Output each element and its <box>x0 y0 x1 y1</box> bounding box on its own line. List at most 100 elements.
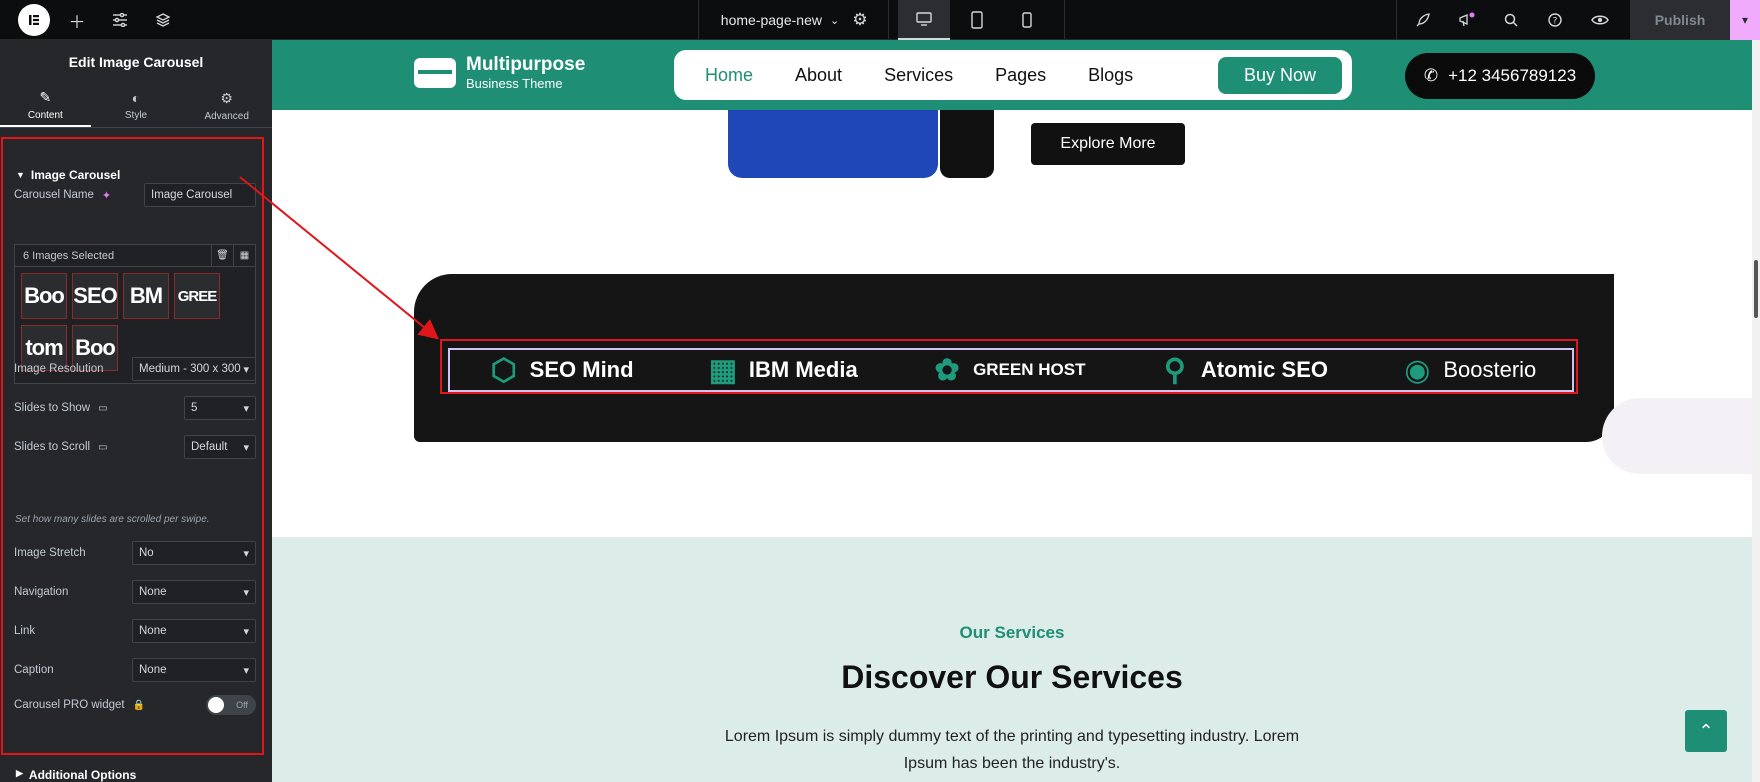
phone-button[interactable]: ✆ +12 3456789123 <box>1405 53 1595 99</box>
panel-title: Edit Image Carousel <box>68 54 204 70</box>
tablet-icon <box>971 11 983 29</box>
nav-blogs[interactable]: Blogs <box>1067 65 1154 86</box>
hero-accent-shape <box>940 110 994 178</box>
gallery-thumb[interactable]: SEO <box>72 273 118 319</box>
gallery-thumb[interactable]: GREE <box>174 273 220 319</box>
ai-sparkle-icon[interactable]: ✦ <box>102 189 111 202</box>
svg-text:?: ? <box>1553 17 1558 27</box>
mobile-icon <box>1022 12 1032 28</box>
nodes-logo-icon: ⚲ <box>1163 353 1186 387</box>
brand-name: Multipurpose <box>466 54 586 75</box>
elementor-logo-icon <box>18 4 50 36</box>
page-name-dropdown[interactable]: home-page-new ⌄ <box>700 0 860 40</box>
carousel-name-input[interactable]: Image Carousel <box>144 183 256 207</box>
slides-to-scroll-value: Default <box>191 441 228 453</box>
contrast-icon: ◐ <box>131 90 141 106</box>
caret-right-icon: ▶ <box>16 768 23 778</box>
brand-tagline: Business Theme <box>466 76 563 91</box>
tablet-view-button[interactable] <box>952 0 1002 40</box>
publish-button[interactable]: Publish <box>1630 0 1730 40</box>
image-stretch-select[interactable]: No <box>132 541 256 565</box>
slides-to-show-label: Slides to Show <box>14 402 91 414</box>
desktop-icon[interactable]: ▭ <box>98 403 107 414</box>
carousel-pro-toggle[interactable]: Off <box>206 695 256 715</box>
image-stretch-label: Image Stretch <box>14 547 86 559</box>
canvas-scrollbar-thumb[interactable] <box>1754 260 1758 318</box>
image-carousel-widget[interactable]: ⬡ SEO Mind ▦ IBM Media ✿ GREEN HOST ⚲ At… <box>448 348 1574 392</box>
site-brand[interactable]: Multipurpose Business Theme <box>414 54 585 91</box>
section-title: Image Carousel <box>30 168 121 182</box>
link-label: Link <box>14 625 36 637</box>
navigation-select[interactable]: None <box>132 580 256 604</box>
slides-to-scroll-select[interactable]: Default <box>184 435 256 459</box>
site-settings-icon[interactable] <box>100 0 140 40</box>
carousel-logo-label: IBM Media <box>748 357 858 382</box>
toggle-state-label: Off <box>236 700 248 710</box>
desktop-view-button[interactable] <box>898 0 950 40</box>
carousel-pro-control: Carousel PRO widget 🔒 Off <box>14 692 256 718</box>
rocket-icon[interactable] <box>1403 0 1443 40</box>
tab-style-label: Style <box>124 110 148 121</box>
publish-options-chevron-icon[interactable]: ▾ <box>1730 0 1760 40</box>
floating-widget[interactable] <box>1602 398 1760 474</box>
nav-about[interactable]: About <box>774 65 863 86</box>
phone-number: +12 3456789123 <box>1448 66 1577 85</box>
desktop-icon <box>916 12 932 26</box>
link-select[interactable]: None <box>132 619 256 643</box>
navigation-label: Navigation <box>14 586 69 598</box>
gallery-clear-icon[interactable]: ▦ <box>233 244 255 267</box>
carousel-logo: ⬡ SEO Mind <box>486 352 634 388</box>
lock-icon: 🔒 <box>132 699 146 711</box>
announcements-megaphone-icon[interactable] <box>1447 0 1487 40</box>
page-settings-gear-icon[interactable]: ⚙ <box>840 0 880 40</box>
gallery-thumb[interactable]: BM <box>123 273 169 319</box>
image-resolution-control: Image Resolution Medium - 300 x 300 <box>14 356 256 382</box>
editor-panel: Edit Image Carousel ✎ Content ◐ Style ⚙ … <box>0 40 272 782</box>
tab-content-label: Content <box>27 109 63 121</box>
image-resolution-select[interactable]: Medium - 300 x 300 <box>132 357 256 381</box>
phone-icon: ✆ <box>1423 66 1439 85</box>
slides-to-scroll-hint: Set how many slides are scrolled per swi… <box>15 514 210 525</box>
structure-layers-icon[interactable] <box>143 0 183 40</box>
gallery-thumb[interactable]: Boo <box>21 273 67 319</box>
image-stretch-value: No <box>139 547 154 559</box>
pencil-icon: ✎ <box>39 88 52 105</box>
editor-topbar: ＋ home-page-new ⌄ ⚙ ? Publish ▾ <box>0 0 1760 40</box>
caret-down-icon: ▼ <box>16 170 25 180</box>
nav-pages[interactable]: Pages <box>974 65 1067 86</box>
buy-now-button[interactable]: Buy Now <box>1217 56 1342 94</box>
add-element-icon[interactable]: ＋ <box>57 0 97 40</box>
tab-advanced-label: Advanced <box>204 110 249 122</box>
carousel-logo-label: SEO Mind <box>529 357 634 382</box>
nav-services[interactable]: Services <box>863 65 974 86</box>
services-kicker: Our Services <box>959 623 1065 642</box>
elementor-logo-button[interactable] <box>14 0 54 40</box>
tab-advanced[interactable]: ⚙ Advanced <box>181 84 272 127</box>
caption-label: Caption <box>14 664 54 676</box>
nav-home[interactable]: Home <box>684 65 774 86</box>
slides-to-show-control: Slides to Show ▭ 5 <box>14 395 256 421</box>
preview-eye-icon[interactable] <box>1580 0 1620 40</box>
search-icon[interactable] <box>1491 0 1531 40</box>
section-toggle-image-carousel[interactable]: ▼ Image Carousel <box>16 168 120 182</box>
help-icon[interactable]: ? <box>1535 0 1575 40</box>
tab-style[interactable]: ◐ Style <box>91 84 182 127</box>
image-resolution-value: Medium - 300 x 300 <box>139 363 241 375</box>
scroll-to-top-button[interactable]: ⌃ <box>1685 710 1727 752</box>
gallery-delete-icon[interactable]: 🗑 <box>211 244 233 267</box>
section-toggle-additional-options[interactable]: ▶ Additional Options <box>16 768 136 782</box>
carousel-pro-label: Carousel PRO widget <box>14 699 125 711</box>
desktop-icon[interactable]: ▭ <box>98 442 107 453</box>
services-description: Lorem Ipsum is simply dummy text of the … <box>724 728 1300 772</box>
canvas-scrollbar[interactable] <box>1752 40 1760 782</box>
services-title: Discover Our Services <box>841 659 1183 695</box>
explore-more-button[interactable]: Explore More <box>1031 123 1185 165</box>
site-header: Multipurpose Business Theme Home About S… <box>272 40 1752 110</box>
circuit-logo-icon: ▦ <box>708 353 738 387</box>
mobile-view-button[interactable] <box>1002 0 1052 40</box>
image-resolution-label: Image Resolution <box>14 363 104 375</box>
tab-content[interactable]: ✎ Content <box>0 84 91 127</box>
slides-to-show-select[interactable]: 5 <box>184 396 256 420</box>
caption-select[interactable]: None <box>132 658 256 682</box>
slides-to-scroll-label: Slides to Scroll <box>14 441 91 453</box>
